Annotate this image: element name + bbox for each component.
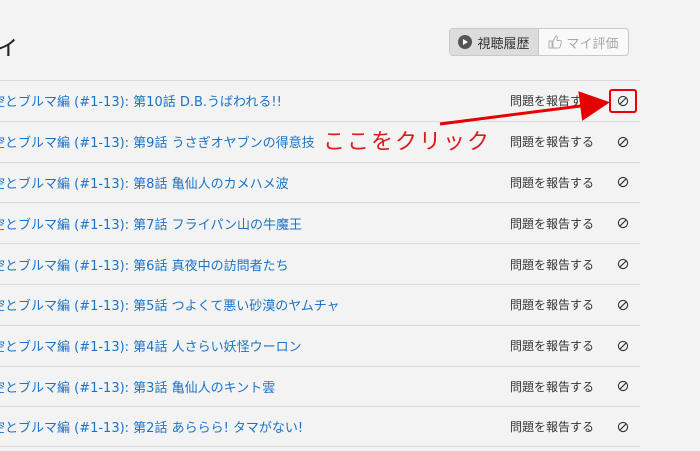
report-problem-link[interactable]: 問題を報告する [510, 256, 594, 273]
viewing-history-list: 孫悟空とブルマ編 (#1-13): 第10話 D.B.うばわれる!! 問題を報告す… [0, 80, 640, 448]
episode-title-link[interactable]: 孫悟空とブルマ編 (#1-13): 第9話 うさぎオヤブンの得意技 [0, 132, 315, 151]
hide-from-history-button[interactable] [612, 335, 634, 357]
episode-title-link[interactable]: 孫悟空とブルマ編 (#1-13): 第3話 亀仙人のキント雲 [0, 377, 275, 396]
tab-my-ratings-label: マイ評価 [566, 36, 619, 52]
prohibit-icon [617, 177, 629, 188]
report-problem-link[interactable]: 問題を報告する [510, 215, 594, 232]
report-problem-link[interactable]: 問題を報告する [510, 296, 594, 313]
episode-title-link[interactable]: 孫悟空とブルマ編 (#1-13): 第2話 あららら! タマがない! [0, 417, 303, 436]
hide-from-history-button[interactable] [612, 375, 634, 397]
episode-title-link[interactable]: 孫悟空とブルマ編 (#1-13): 第5話 つよくて悪い砂漠のヤムチャ [0, 295, 340, 314]
report-problem-link[interactable]: 問題を報告する [510, 418, 594, 435]
list-item: 孫悟空とブルマ編 (#1-13): 第3話 亀仙人のキント雲 問題を報告する [0, 365, 640, 407]
hide-from-history-button[interactable] [612, 253, 634, 275]
episode-title-link[interactable]: 孫悟空とブルマ編 (#1-13): 第7話 フライパン山の牛魔王 [0, 214, 302, 233]
prohibit-icon [617, 136, 629, 147]
tab-watch-history[interactable]: 視聴履歴 [450, 29, 539, 55]
list-item: 孫悟空とブルマ編 (#1-13): 第5話 つよくて悪い砂漠のヤムチャ 問題を報告… [0, 283, 640, 325]
list-item: 孫悟空とブルマ編 (#1-13): 第7話 フライパン山の牛魔王 問題を報告する [0, 202, 640, 243]
prohibit-icon [617, 421, 629, 432]
tab-my-ratings[interactable]: マイ評価 [539, 29, 628, 55]
hide-from-history-button[interactable] [612, 131, 634, 153]
prohibit-icon [617, 381, 629, 392]
prohibit-icon [617, 218, 629, 229]
hide-from-history-button[interactable] [612, 212, 634, 234]
list-item: 孫悟空とブルマ編 (#1-13): 第4話 人さらい妖怪ウーロン 問題を報告する [0, 324, 640, 366]
episode-title-link[interactable]: 孫悟空とブルマ編 (#1-13): 第6話 真夜中の訪問者たち [0, 255, 289, 274]
episode-title-link[interactable]: 孫悟空とブルマ編 (#1-13): 第10話 D.B.うばわれる!! [0, 91, 282, 110]
page-title: ティ [0, 31, 23, 60]
thumbs-up-icon [548, 35, 563, 49]
prohibit-icon [617, 340, 629, 351]
list-item: 孫悟空とブルマ編 (#1-13): 第10話 D.B.うばわれる!! 問題を報告す… [0, 80, 640, 121]
prohibit-icon [617, 258, 629, 270]
list-item: 孫悟空とブルマ編 (#1-13): 第6話 真夜中の訪問者たち 問題を報告する [0, 243, 640, 284]
list-item: 孫悟空とブルマ編 (#1-13): 第8話 亀仙人のカメハメ波 問題を報告する [0, 161, 640, 203]
history-toggle: 視聴履歴 マイ評価 [449, 28, 629, 56]
annotation-text: ここをクリック [323, 130, 492, 155]
tab-watch-history-label: 視聴履歴 [477, 36, 530, 52]
report-problem-link[interactable]: 問題を報告する [510, 378, 594, 395]
report-problem-link[interactable]: 問題を報告する [510, 337, 594, 354]
play-icon [458, 35, 473, 49]
hide-from-history-button[interactable] [612, 294, 634, 316]
prohibit-icon [617, 95, 629, 107]
hide-from-history-button[interactable] [609, 88, 637, 113]
report-problem-link[interactable]: 問題を報告する [510, 92, 594, 109]
list-item: 孫悟空とブルマ編 (#1-13): 第2話 あららら! タマがない! 問題を報告す… [0, 406, 640, 448]
prohibit-icon [617, 299, 629, 311]
episode-title-link[interactable]: 孫悟空とブルマ編 (#1-13): 第4話 人さらい妖怪ウーロン [0, 336, 302, 355]
hide-from-history-button[interactable] [612, 416, 634, 438]
report-problem-link[interactable]: 問題を報告する [510, 133, 594, 150]
hide-from-history-button[interactable] [612, 171, 634, 193]
list-item: 孫悟空とブルマ編 (#1-13): 第9話 うさぎオヤブンの得意技 問題を報告する [0, 120, 640, 162]
episode-title-link[interactable]: 孫悟空とブルマ編 (#1-13): 第8話 亀仙人のカメハメ波 [0, 173, 289, 192]
report-problem-link[interactable]: 問題を報告する [510, 174, 594, 191]
